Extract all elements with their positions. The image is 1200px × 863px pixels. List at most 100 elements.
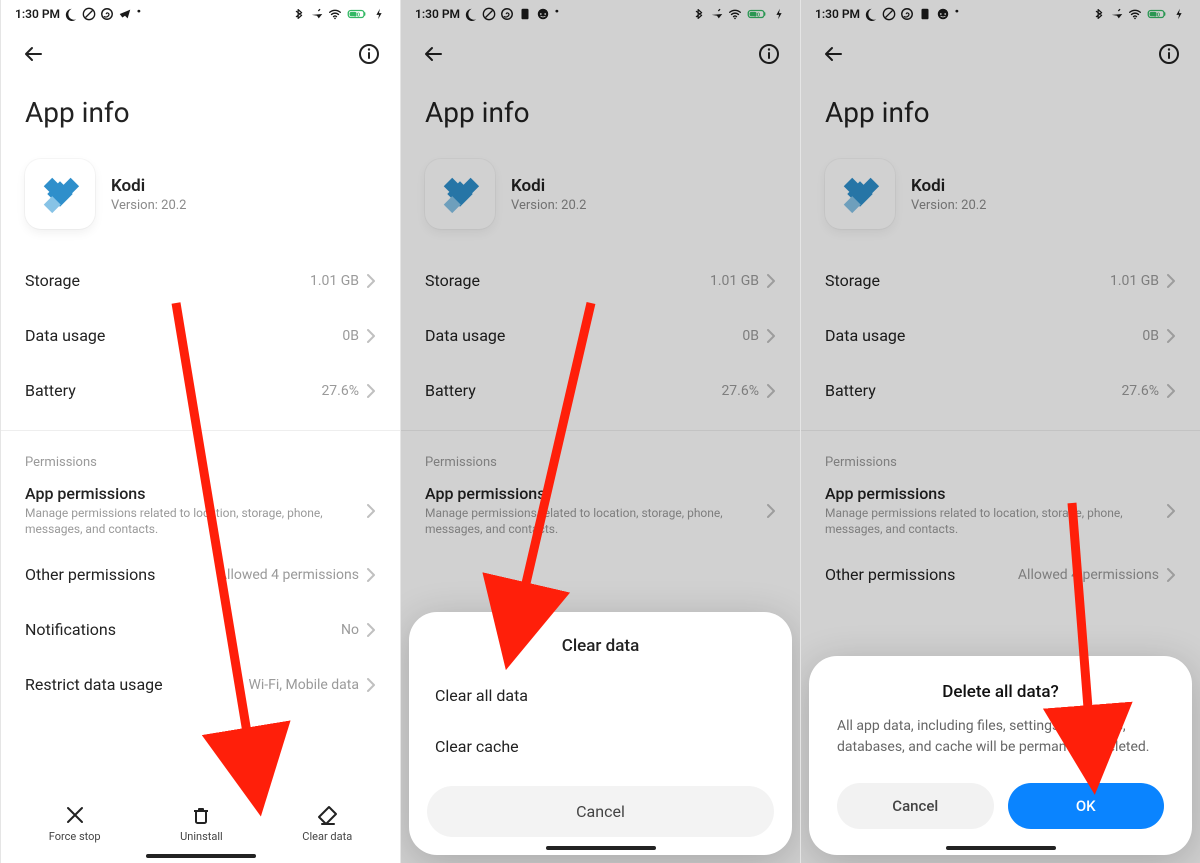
row-storage[interactable]: Storage1.01 GB: [425, 253, 776, 308]
screen-1: 1:30 PM · 50 App info Kodi Version: 20.2: [0, 0, 400, 863]
app-name: Kodi: [911, 176, 986, 196]
app-version: Version: 20.2: [911, 198, 986, 213]
info-button[interactable]: [1158, 43, 1180, 69]
row-battery[interactable]: Battery27.6%: [825, 363, 1176, 418]
row-battery[interactable]: Battery 27.6%: [25, 363, 376, 418]
chevron-right-icon: [367, 274, 376, 288]
app-icon-kodi: [825, 159, 895, 229]
section-permissions: Permissions: [25, 443, 376, 474]
svg-text:50: 50: [354, 13, 361, 19]
row-label: Restrict data usage: [25, 675, 163, 694]
row-battery[interactable]: Battery27.6%: [425, 363, 776, 418]
status-bar: 1:30 PM · 50: [801, 0, 1200, 28]
battery-icon: 50: [1146, 7, 1168, 21]
row-label: Data usage: [25, 326, 105, 345]
row-app-permissions[interactable]: App permissions Manage permissions relat…: [25, 474, 376, 547]
row-data-usage[interactable]: Data usage 0B: [25, 308, 376, 363]
section-permissions: Permissions: [425, 443, 776, 474]
close-icon: [64, 804, 86, 826]
status-bar: 1:30 PM · 50: [1, 0, 400, 28]
home-indicator[interactable]: [546, 846, 656, 850]
battery-icon: 50: [746, 7, 768, 21]
dialog-body: All app data, including files, settings,…: [837, 716, 1164, 757]
perm-title: App permissions: [25, 484, 325, 503]
bottom-action-bar: Force stop Uninstall Clear data: [1, 792, 400, 863]
trash-icon: [190, 804, 212, 826]
home-indicator[interactable]: [946, 846, 1056, 850]
row-restrict-data[interactable]: Restrict data usage Wi-Fi, Mobile data: [25, 657, 376, 712]
chevron-right-icon: [367, 623, 376, 637]
force-stop-button[interactable]: Force stop: [49, 804, 101, 843]
row-label: Other permissions: [25, 565, 155, 584]
airplane-icon: [310, 7, 324, 21]
uninstall-button[interactable]: Uninstall: [180, 804, 223, 843]
wifi-icon: [328, 7, 342, 21]
chevron-right-icon: [367, 504, 376, 518]
chevron-right-icon: [1167, 568, 1176, 582]
bluetooth-icon: [692, 7, 706, 21]
app-header: Kodi Version: 20.2: [25, 149, 376, 253]
app-icon-kodi: [425, 159, 495, 229]
chevron-right-icon: [1167, 504, 1176, 518]
page-title: App info: [401, 84, 800, 149]
reddit-icon: [936, 7, 950, 21]
svg-text:50: 50: [1154, 13, 1161, 19]
chevron-right-icon: [767, 274, 776, 288]
airplane-icon: [1110, 7, 1124, 21]
btn-label: Uninstall: [180, 830, 223, 843]
row-other-permissions[interactable]: Other permissions Allowed 4 permissions: [25, 547, 376, 602]
wifi-icon: [728, 7, 742, 21]
dnd-icon: [482, 7, 496, 21]
row-label: Battery: [25, 381, 76, 400]
row-app-permissions[interactable]: App permissionsManage permissions relate…: [425, 474, 776, 547]
row-value: 27.6%: [321, 383, 359, 399]
telegram-icon: [118, 7, 132, 21]
svg-text:50: 50: [754, 13, 761, 19]
row-storage[interactable]: Storage 1.01 GB: [25, 253, 376, 308]
back-button[interactable]: [821, 43, 845, 69]
whatsapp-icon: [900, 7, 914, 21]
charging-icon: [1172, 7, 1186, 21]
chevron-right-icon: [1167, 274, 1176, 288]
row-notifications[interactable]: Notifications No: [25, 602, 376, 657]
row-app-permissions[interactable]: App permissionsManage permissions relate…: [825, 474, 1176, 547]
wifi-icon: [1128, 7, 1142, 21]
whatsapp-icon: [500, 7, 514, 21]
home-indicator[interactable]: [146, 854, 256, 858]
dialog-cancel-button[interactable]: Cancel: [837, 783, 994, 829]
app-version: Version: 20.2: [111, 198, 186, 213]
section-permissions: Permissions: [825, 443, 1176, 474]
dialog-title: Delete all data?: [837, 682, 1164, 716]
chevron-right-icon: [367, 678, 376, 692]
clear-all-data-button[interactable]: Clear all data: [427, 670, 774, 721]
chevron-right-icon: [367, 329, 376, 343]
status-bar: 1:30 PM · 50: [401, 0, 800, 28]
dnd-icon: [882, 7, 896, 21]
moon-icon: [864, 7, 878, 21]
row-other-permissions[interactable]: Other permissionsAllowed 4 permissions: [825, 547, 1176, 602]
clear-cache-button[interactable]: Clear cache: [427, 721, 774, 772]
back-button[interactable]: [421, 43, 445, 69]
dialog-ok-button[interactable]: OK: [1008, 783, 1165, 829]
status-time: 1:30 PM: [815, 7, 860, 21]
bluetooth-icon: [1092, 7, 1106, 21]
back-button[interactable]: [21, 43, 45, 69]
row-data-usage[interactable]: Data usage0B: [425, 308, 776, 363]
info-button[interactable]: [358, 43, 380, 69]
bluetooth-icon: [292, 7, 306, 21]
charging-icon: [772, 7, 786, 21]
delete-all-dialog: Delete all data? All app data, including…: [809, 656, 1192, 855]
clear-data-button[interactable]: Clear data: [302, 804, 352, 843]
app-version: Version: 20.2: [511, 198, 586, 213]
chevron-right-icon: [1167, 329, 1176, 343]
cancel-button[interactable]: Cancel: [427, 786, 774, 837]
chevron-right-icon: [767, 329, 776, 343]
eraser-icon: [316, 804, 338, 826]
row-data-usage[interactable]: Data usage0B: [825, 308, 1176, 363]
info-button[interactable]: [758, 43, 780, 69]
row-value: 1.01 GB: [310, 273, 359, 289]
app-icon-kodi: [25, 159, 95, 229]
row-storage[interactable]: Storage1.01 GB: [825, 253, 1176, 308]
divider: [1, 430, 400, 431]
sheet-title: Clear data: [427, 632, 774, 670]
